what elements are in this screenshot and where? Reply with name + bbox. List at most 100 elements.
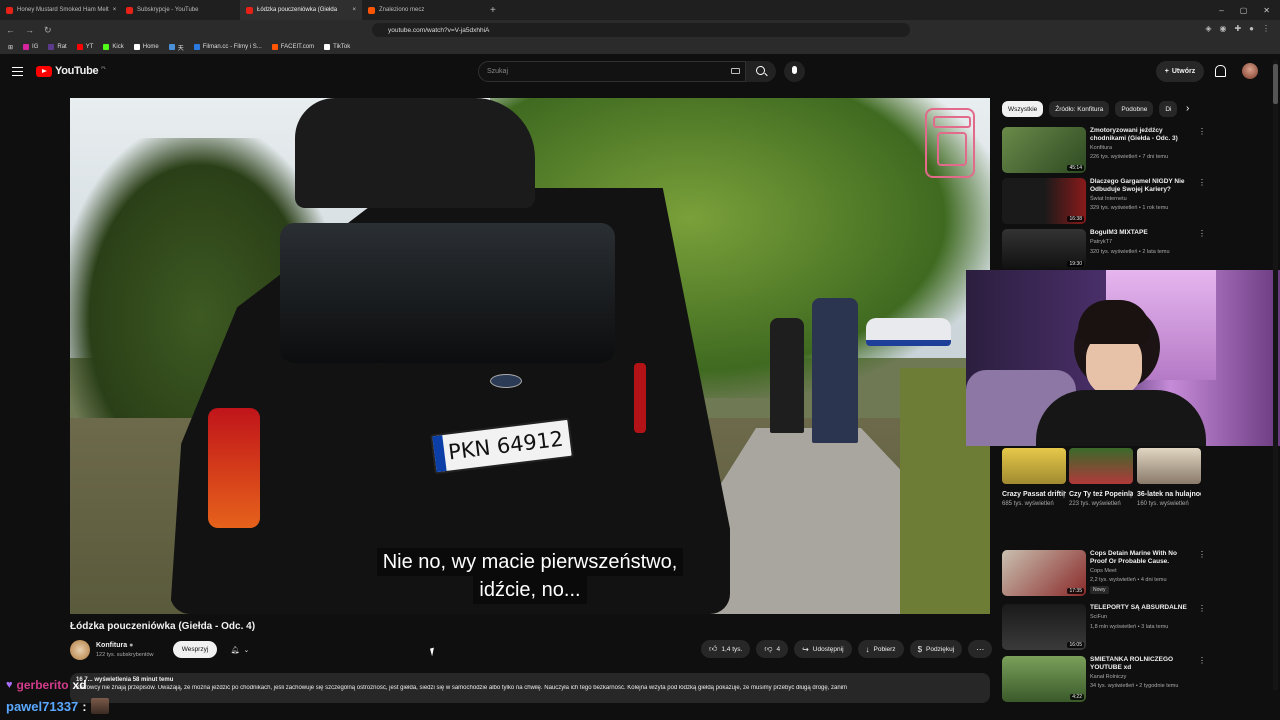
chevron-down-icon: ⌄ (243, 646, 250, 654)
chat-separator: : (82, 698, 87, 714)
puzzle-icon[interactable]: ✚ (1234, 24, 1241, 33)
notifications-bell-icon[interactable] (1214, 65, 1226, 77)
bookmark-item[interactable]: FACEIT.com (271, 44, 314, 50)
menu-dots-icon[interactable]: ⋮ (1262, 24, 1270, 33)
more-vert-icon[interactable]: ⋮ (1127, 490, 1135, 499)
browser-tab[interactable]: Subskrypcje - YouTube (120, 0, 240, 20)
bookmark-favicon-icon (48, 44, 55, 50)
more-actions-button[interactable]: ⋯ (968, 640, 993, 658)
video-frame-roofbox (295, 98, 535, 208)
bookmark-item[interactable]: Home (133, 44, 159, 50)
bookmark-item[interactable]: Rat (48, 44, 67, 50)
more-vert-icon[interactable]: ⋮ (1198, 656, 1206, 665)
chat-username: pawel71337 (6, 698, 79, 714)
search-button[interactable] (746, 61, 776, 82)
recommendation-item[interactable]: 16:38 Dlaczego Gargamel NIGDY Nie Odbudu… (1002, 178, 1206, 224)
video-player[interactable]: PKN 64912 Nie no, wy macie pierwszeństwo… (70, 98, 990, 614)
browser-tab-bar: Honey Mustard Smoked Ham Melt × Subskrypc… (0, 0, 1280, 20)
extension-icons: ◈ ◉ ✚ ● ⋮ (1205, 24, 1270, 33)
chip-similar[interactable]: Podobne (1115, 101, 1154, 117)
chip-source[interactable]: Źródło: Konfitura (1049, 101, 1110, 117)
short-item[interactable]: Czy Ty też Popeinlasz ... 223 tys. wyświ… (1069, 448, 1135, 508)
browser-tab-active[interactable]: Łódzka pouczeniówka (Giełda × (240, 0, 362, 20)
bookmark-item[interactable]: Filman.cc - Filmy i S... (193, 44, 262, 50)
bookmark-item[interactable]: IG (23, 44, 38, 50)
profile-icon[interactable]: ● (1249, 24, 1254, 33)
video-thumbnail: 16:05 (1002, 604, 1086, 650)
thanks-button[interactable]: $ Podziękuj (909, 640, 963, 658)
extension-icon[interactable]: ◉ (1219, 24, 1226, 33)
bookmark-item[interactable]: 天 (168, 43, 184, 52)
support-button[interactable]: Wesprzyj (173, 641, 217, 658)
minimize-icon[interactable]: – (1219, 6, 1223, 15)
video-frame-taillight (208, 408, 260, 528)
chevron-right-icon[interactable]: › (1186, 103, 1189, 114)
bell-icon: 🔔︎ (230, 646, 240, 654)
more-vert-icon[interactable]: ⋮ (1060, 490, 1068, 499)
hamburger-menu-icon[interactable] (12, 67, 23, 76)
download-button[interactable]: ↓ Pobierz (857, 640, 904, 658)
create-button[interactable]: + Utwórz (1156, 61, 1204, 82)
notification-settings-button[interactable]: 🔔︎ ⌄ (223, 641, 257, 658)
download-icon: ↓ (865, 644, 870, 654)
subtitle-line: idźcie, no... (473, 576, 587, 604)
page-scrollbar[interactable] (1273, 60, 1278, 690)
voice-search-icon[interactable] (784, 61, 805, 82)
chip-more[interactable]: Di (1159, 101, 1178, 117)
chip-all[interactable]: Wszystkie (1002, 101, 1044, 117)
video-actions: 👍︎ 1,4 tys. 👎︎ 4 ↪ Udostępnij ↓ Pobierz $ Pod… (701, 640, 993, 658)
more-vert-icon[interactable]: ⋮ (1198, 550, 1206, 559)
faceit-favicon-icon (368, 6, 375, 14)
chat-message: pawel71337 : (6, 698, 109, 714)
description-text: Kierowcy nie znają przepisów. Uważają, ż… (76, 685, 848, 691)
more-vert-icon[interactable]: ⋮ (1198, 127, 1206, 136)
more-vert-icon[interactable]: ⋮ (1198, 604, 1206, 613)
browser-tab[interactable]: Znaleziono mecz (362, 0, 482, 20)
close-tab-icon[interactable]: × (113, 7, 117, 13)
short-item[interactable]: Crazy Passat drifting on ... 685 tys. wy… (1002, 448, 1068, 508)
channel-avatar[interactable] (70, 640, 90, 660)
video-description[interactable]: 16 7... wyświetlenia 58 minut temu Kiero… (70, 673, 990, 703)
bookmark-item[interactable]: Kick (103, 44, 124, 50)
keyboard-icon[interactable] (731, 68, 740, 74)
recommendation-item[interactable]: 4:22 ŚMIETANKA ROLNICZEGO YOUTUBE xd Kan… (1002, 656, 1206, 702)
close-window-icon[interactable]: ✕ (1263, 6, 1270, 15)
new-tab-button[interactable]: + (482, 5, 504, 16)
filter-chips: Wszystkie Źródło: Konfitura Podobne Di (1002, 101, 1178, 117)
recommendation-item[interactable]: 17:35 Cops Detain Marine With No Proof O… (1002, 550, 1206, 596)
bookmark-item[interactable]: YT (76, 44, 93, 50)
apps-grid-icon[interactable]: ⊞ (8, 44, 13, 51)
recommendation-item[interactable]: 19:30 BogulM3 MIXTAPE PatrykT7 320 tys. … (1002, 229, 1206, 269)
subtitles: Nie no, wy macie pierwszeństwo, idźcie, … (360, 548, 700, 604)
maximize-icon[interactable]: ▢ (1240, 6, 1248, 15)
channel-name[interactable]: Konfitura ● (96, 642, 133, 649)
share-button[interactable]: ↪ Udostępnij (794, 640, 852, 658)
forward-icon[interactable]: → (25, 25, 34, 35)
back-icon[interactable]: ← (6, 25, 15, 35)
extension-icon[interactable]: ◈ (1205, 24, 1211, 33)
chat-message: ♥ gerberito xd (6, 678, 87, 692)
address-bar[interactable]: youtube.com/watch?v=V-ja5dxhhiA (372, 23, 910, 37)
browser-tab[interactable]: Honey Mustard Smoked Ham Melt × (0, 0, 120, 20)
reload-icon[interactable]: ↻ (44, 25, 52, 36)
short-item[interactable]: 36-latek na hulajnodze ... 160 tys. wyśw… (1137, 448, 1201, 508)
close-tab-icon[interactable]: × (352, 7, 356, 13)
youtube-favicon-icon (126, 6, 133, 14)
bookmark-item[interactable]: TikTok (324, 44, 350, 50)
chat-username: gerberito (16, 678, 69, 692)
youtube-logo[interactable]: YouTube PL (36, 65, 106, 77)
video-title: Łódzka pouczeniówka (Giełda - Odc. 4) (70, 621, 256, 632)
chat-emote-icon (90, 698, 109, 714)
more-vert-icon[interactable]: ⋮ (1198, 178, 1206, 187)
video-frame-police-car (866, 318, 951, 346)
youtube-play-icon (36, 65, 52, 77)
recommendation-item[interactable]: 45:14 Zmotoryzowani jeźdźcy chodnikami (… (1002, 127, 1206, 173)
like-button[interactable]: 👍︎ 1,4 tys. (701, 640, 751, 658)
search-input[interactable]: Szukaj (478, 61, 746, 82)
video-thumbnail: 19:30 (1002, 229, 1086, 269)
account-avatar[interactable] (1242, 63, 1258, 79)
more-vert-icon[interactable]: ⋮ (1198, 229, 1206, 238)
dislike-button[interactable]: 👎︎ 4 (756, 640, 789, 658)
recommendation-item[interactable]: 16:05 TELEPORTY SĄ ABSURDALNE SciFun 1,8… (1002, 604, 1206, 650)
thumbs-up-icon: 👍︎ (709, 644, 718, 653)
